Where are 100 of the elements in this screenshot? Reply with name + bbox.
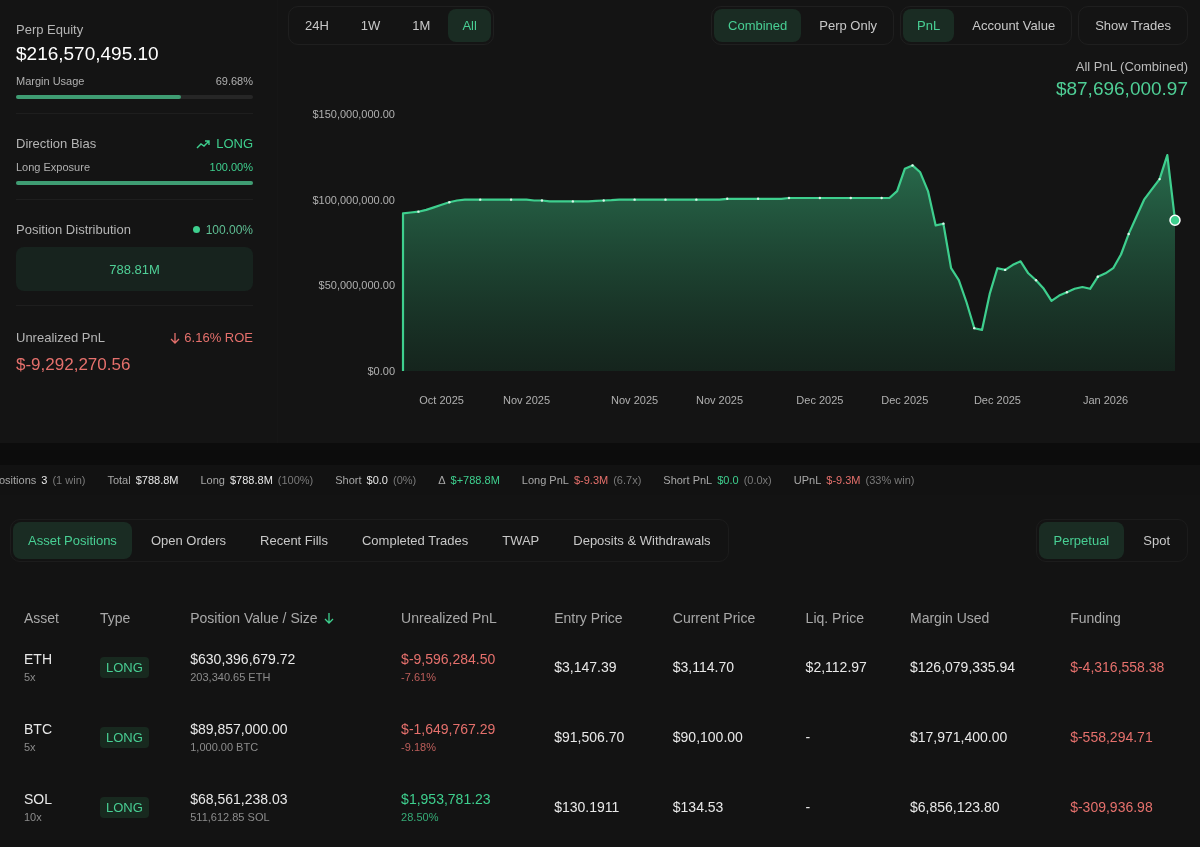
data-point xyxy=(787,196,791,200)
column-header: Position Value / Size xyxy=(190,610,318,626)
data-point xyxy=(849,196,852,200)
table-subtext: 10x xyxy=(24,811,43,823)
column-header: Funding xyxy=(1070,610,1121,626)
stat-value: $788.8M xyxy=(135,474,179,486)
table-cell: - xyxy=(805,729,811,745)
exposure-value: 100.00% xyxy=(209,161,253,173)
stat-note: (0%) xyxy=(393,474,417,486)
table-cell: $-558,294.71 xyxy=(1070,729,1153,745)
stat-label: Total xyxy=(107,474,131,486)
data-point xyxy=(1158,177,1161,181)
table-cell: $130.1911 xyxy=(554,799,620,815)
axis-label: Nov 2025 xyxy=(611,394,659,406)
data-point xyxy=(942,222,945,225)
table-cell: $-4,316,558.38 xyxy=(1070,659,1165,675)
table-cell: ETH xyxy=(24,651,52,667)
tab[interactable]: 1W xyxy=(346,9,395,42)
axis-label: Nov 2025 xyxy=(695,394,744,406)
roe-value: 6.16% ROE xyxy=(184,330,253,345)
column-header: Current Price xyxy=(672,610,756,626)
table-cell: $126,079,335.94 xyxy=(910,659,1016,675)
data-point xyxy=(973,326,976,330)
data-point xyxy=(1169,214,1181,226)
bias-value: LONG xyxy=(216,136,253,151)
data-point xyxy=(756,197,760,200)
axis-label: Dec 2025 xyxy=(973,394,1021,406)
tab[interactable]: Spot xyxy=(1128,522,1185,559)
tab[interactable]: All xyxy=(448,9,491,42)
data-point xyxy=(726,197,729,200)
table-cell: $-1,649,767.29 xyxy=(401,721,496,737)
tab[interactable]: Perpetual xyxy=(1038,522,1125,559)
tab[interactable]: Open Orders xyxy=(135,522,242,559)
data-point xyxy=(509,198,513,201)
stat-value: $-9.3M xyxy=(573,474,609,486)
table-cell: - xyxy=(805,799,811,815)
tab[interactable]: Asset Positions xyxy=(13,522,132,559)
type-tag: LONG xyxy=(100,726,149,748)
distribution-bar: 788.81M xyxy=(16,247,253,291)
table-cell: $-9,596,284.50 xyxy=(401,651,496,667)
data-point xyxy=(417,210,420,213)
distribution-label: Position Distribution xyxy=(16,222,131,237)
table-cell: $6,856,123.80 xyxy=(910,799,1000,815)
stat-note: (33% win) xyxy=(865,474,915,486)
tab[interactable]: TWAP xyxy=(487,522,555,559)
tab[interactable]: 24H xyxy=(291,9,343,42)
stat-value: $-9.3M xyxy=(826,474,861,486)
stat-note: (6.7x) xyxy=(613,474,642,486)
pnl-total-value: $87,696,000.97 xyxy=(1055,78,1188,100)
type-tag: LONG xyxy=(100,656,149,678)
table-subtext: 28.50% xyxy=(401,811,440,823)
tab[interactable]: PnL xyxy=(903,9,955,42)
table-cell: BTC xyxy=(24,721,52,737)
tab[interactable]: Combined xyxy=(714,9,802,42)
data-point xyxy=(540,199,544,202)
column-header: Entry Price xyxy=(554,610,623,626)
axis-label: Dec 2025 xyxy=(796,394,844,406)
unrealized-pnl-label: Unrealized PnL xyxy=(16,330,105,345)
data-point xyxy=(911,164,914,167)
stat-label: Short xyxy=(335,474,362,486)
table-cell: $630,396,679.72 xyxy=(190,651,296,667)
tab[interactable]: Recent Fills xyxy=(245,522,343,559)
column-header: Asset xyxy=(24,610,59,626)
stat-label: UPnL xyxy=(793,474,822,486)
table-subtext: 5x xyxy=(24,671,37,683)
tab[interactable]: Deposits & Withdrawals xyxy=(558,522,726,559)
tab[interactable]: 1M xyxy=(398,9,445,42)
stat-value: $0.0 xyxy=(366,474,388,486)
data-point xyxy=(695,198,698,201)
table-subtext: -7.61% xyxy=(401,671,437,683)
tab[interactable]: Account Value xyxy=(958,9,1070,42)
table-cell: $68,561,238.03 xyxy=(190,791,288,807)
stat-note: (1 win) xyxy=(52,474,86,486)
table-cell: $3,114.70 xyxy=(672,659,735,675)
column-header: Unrealized PnL xyxy=(401,610,497,626)
pnl-total-label: All PnL (Combined) xyxy=(1075,59,1188,74)
data-point xyxy=(1065,291,1069,294)
axis-label: Nov 2025 xyxy=(502,394,551,406)
column-header: Margin Used xyxy=(910,610,990,626)
stat-label: ositions xyxy=(0,474,37,486)
equity-label: Perp Equity xyxy=(16,22,85,37)
stat-note: (100%) xyxy=(277,474,314,486)
table-cell: $90,100.00 xyxy=(672,729,743,745)
bias-label: Direction Bias xyxy=(16,136,97,151)
data-point xyxy=(1034,279,1038,282)
stat-value: $0.0 xyxy=(717,474,739,486)
show-trades-button[interactable]: Show Trades xyxy=(1078,6,1188,45)
stat-value: $788.8M xyxy=(230,474,273,486)
tab[interactable]: Completed Trades xyxy=(346,522,484,559)
axis-label: $150,000,000.00 xyxy=(312,108,395,120)
column-header: Liq. Price xyxy=(805,610,864,626)
data-point xyxy=(448,201,451,204)
equity-value: $216,570,495.10 xyxy=(16,43,160,65)
axis-label: Jan 2026 xyxy=(1082,394,1129,406)
margin-label: Margin Usage xyxy=(16,75,85,87)
data-point xyxy=(479,198,482,201)
table-subtext: 1,000.00 BTC xyxy=(190,741,260,753)
tab[interactable]: Perp Only xyxy=(805,9,892,42)
axis-label: Oct 2025 xyxy=(419,394,464,406)
type-tag: LONG xyxy=(100,796,149,818)
